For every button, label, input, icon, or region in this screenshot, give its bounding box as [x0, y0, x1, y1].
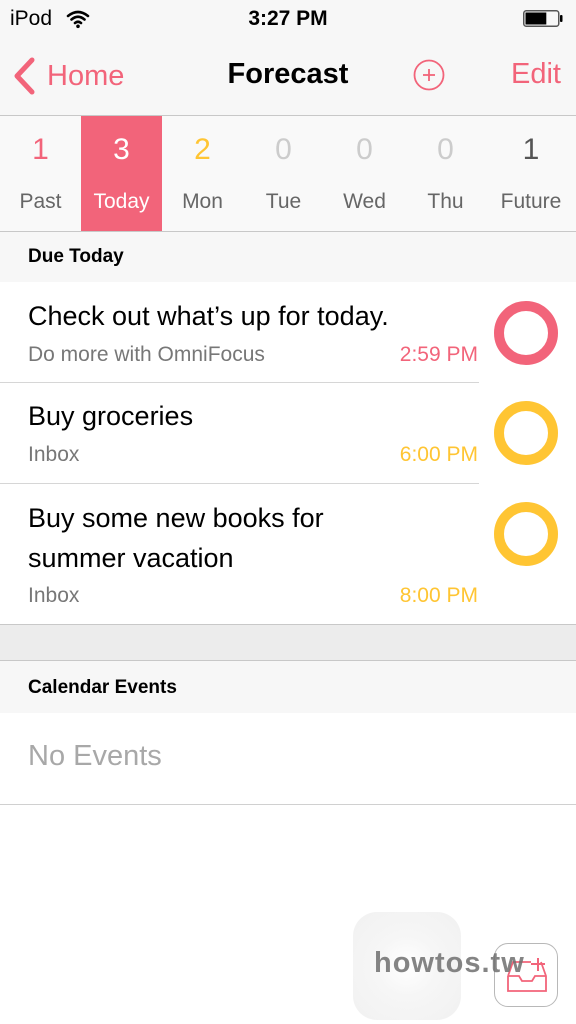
day-label: Past — [19, 190, 62, 213]
day-tab-wed[interactable]: 0 Wed — [324, 116, 405, 231]
day-count: 0 — [275, 133, 292, 166]
plus-circle-icon[interactable] — [413, 59, 445, 91]
section-header-calendar-events: Calendar Events — [0, 661, 576, 713]
forecast-screen: iPod 3:27 PM Home Forecast Edit 1 Past 3… — [0, 0, 576, 1024]
task-complete-checkbox[interactable] — [494, 502, 558, 566]
status-time: 3:27 PM — [248, 7, 328, 30]
section-header-due-today: Due Today — [0, 232, 576, 282]
task-row[interactable]: Buy groceries Inbox 6:00 PM — [0, 383, 576, 484]
edit-button[interactable]: Edit — [511, 58, 561, 91]
task-complete-checkbox[interactable] — [494, 301, 558, 365]
day-tab-tue[interactable]: 0 Tue — [243, 116, 324, 231]
section-title: Due Today — [28, 246, 124, 267]
forecast-day-strip: 1 Past 3 Today 2 Mon 0 Tue 0 Wed 0 Thu 1… — [0, 116, 576, 232]
task-title: Buy groceries — [28, 401, 194, 431]
row-divider — [0, 804, 576, 805]
day-label: Today — [93, 190, 150, 213]
section-spacer — [0, 624, 576, 661]
task-row[interactable]: Check out what’s up for today. Do more w… — [0, 282, 576, 383]
task-complete-checkbox[interactable] — [494, 401, 558, 465]
battery-icon — [523, 10, 563, 27]
section-title: Calendar Events — [28, 677, 177, 698]
day-label: Future — [500, 190, 562, 213]
day-count: 1 — [522, 133, 540, 166]
task-context: Inbox — [28, 584, 80, 607]
chevron-left-icon — [14, 57, 35, 95]
watermark-text: howtos.tw — [374, 947, 525, 979]
day-count: 0 — [356, 133, 373, 166]
task-title: Check out what’s up for today. — [28, 301, 389, 331]
day-count: 3 — [113, 133, 130, 166]
status-bar: iPod 3:27 PM — [0, 0, 576, 40]
day-count: 0 — [437, 133, 454, 166]
day-count: 1 — [32, 133, 49, 166]
day-tab-mon[interactable]: 2 Mon — [162, 116, 243, 231]
day-label: Wed — [343, 190, 386, 213]
task-due-time: 2:59 PM — [399, 343, 478, 366]
task-row[interactable]: Buy some new books for summer vacation I… — [0, 484, 576, 624]
day-tab-future[interactable]: 1 Future — [486, 116, 576, 231]
day-label: Tue — [265, 190, 302, 213]
back-label: Home — [47, 59, 125, 92]
task-due-time: 8:00 PM — [399, 584, 478, 607]
navigation-bar: Home Forecast Edit — [0, 40, 576, 116]
day-tab-today[interactable]: 3 Today — [81, 116, 162, 231]
day-count: 2 — [194, 133, 211, 166]
day-label: Mon — [182, 190, 223, 213]
day-tab-thu[interactable]: 0 Thu — [405, 116, 486, 231]
task-due-time: 6:00 PM — [399, 443, 478, 466]
task-context: Inbox — [28, 443, 80, 466]
day-label: Thu — [427, 190, 464, 213]
back-button[interactable]: Home — [12, 56, 124, 96]
task-context: Do more with OmniFocus — [28, 343, 265, 366]
no-events-label: No Events — [28, 740, 162, 772]
day-tab-past[interactable]: 1 Past — [0, 116, 81, 231]
top-bar: iPod 3:27 PM Home Forecast Edit — [0, 0, 576, 116]
task-title: Buy some new books for summer vacation — [28, 503, 324, 573]
